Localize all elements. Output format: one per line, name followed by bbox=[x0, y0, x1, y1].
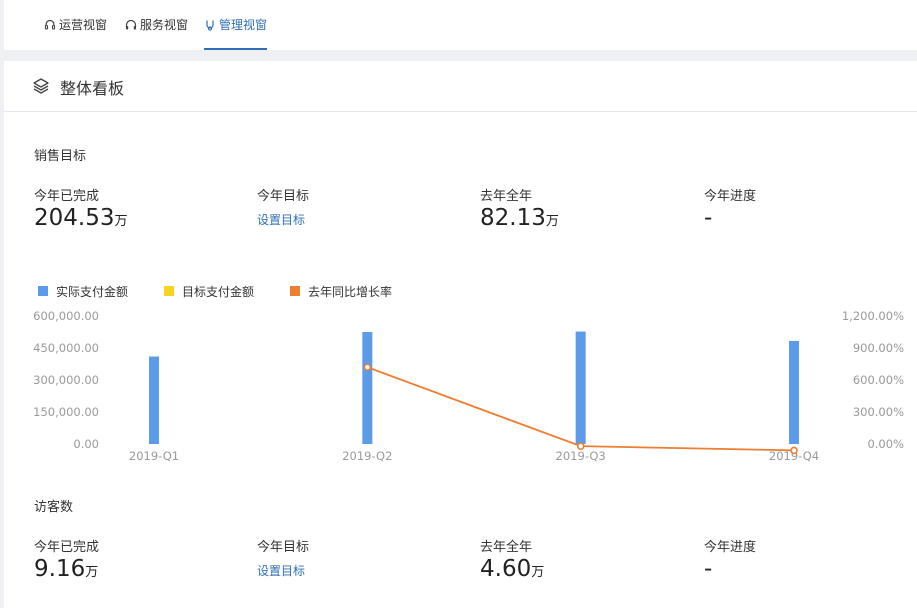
visitors-progress-label: 今年进度 bbox=[704, 540, 757, 555]
layers-icon bbox=[33, 78, 49, 94]
visitors-completed-value: 9.16 bbox=[34, 556, 86, 582]
sales-section-title: 销售目标 bbox=[34, 149, 87, 164]
sales-chart: 600,000.00 450,000.00 300,000.00 150,000.00… bbox=[33, 309, 904, 463]
visitors-section-title: 访客数 bbox=[34, 500, 74, 515]
x-tick-label: 2019-Q1 bbox=[129, 449, 179, 463]
tab-operations[interactable]: 运营视窗 bbox=[44, 0, 107, 50]
visitors-progress-value: - bbox=[704, 556, 713, 582]
panel-title: 整体看板 bbox=[60, 79, 125, 98]
y-right-tick-label: 600.00% bbox=[853, 373, 904, 387]
panel-header: 整体看板 bbox=[4, 61, 917, 112]
legend-label-growth: 去年同比增长率 bbox=[308, 284, 393, 299]
point-yoy-growth bbox=[790, 446, 798, 455]
point-yoy-growth bbox=[363, 363, 372, 372]
sales-progress-metric: 今年进度 - bbox=[704, 185, 904, 233]
legend-swatch-target bbox=[164, 286, 175, 296]
legend-label-target: 目标支付金额 bbox=[182, 284, 255, 299]
tab-management[interactable]: 管理视窗 bbox=[204, 0, 268, 50]
visitors-progress-metric: 今年进度 - bbox=[704, 536, 904, 584]
bar-actual-payment bbox=[362, 332, 373, 444]
legend-label-actual: 实际支付金额 bbox=[56, 284, 129, 299]
visitors-set-target-link[interactable]: 设置目标 bbox=[257, 562, 305, 579]
visitors-last-year-label: 去年全年 bbox=[480, 540, 533, 555]
sales-last-year-metric: 去年全年 82.13万 bbox=[480, 185, 680, 233]
sales-set-target-link[interactable]: 设置目标 bbox=[257, 211, 305, 228]
x-tick-label: 2019-Q2 bbox=[342, 449, 392, 463]
dashboard-panel: 整体看板 销售目标 今年已完成 204.53万 今年目标 设置目标 去年全年 8… bbox=[4, 61, 917, 608]
sales-target-metric: 今年目标 设置目标 bbox=[257, 185, 457, 228]
visitors-target-metric: 今年目标 设置目标 bbox=[257, 536, 457, 579]
legend-item-target[interactable]: 目标支付金额 bbox=[164, 284, 255, 299]
manager-icon bbox=[206, 20, 214, 31]
legend-swatch-growth bbox=[290, 286, 301, 296]
sales-completed-value: 204.53 bbox=[34, 205, 115, 231]
chart-legend: 实际支付金额 目标支付金额 去年同比增长率 bbox=[38, 284, 428, 299]
sales-progress-value: - bbox=[704, 205, 713, 231]
sales-completed-metric: 今年已完成 204.53万 bbox=[34, 185, 234, 233]
visitors-completed-metric: 今年已完成 9.16万 bbox=[34, 536, 234, 584]
sales-completed-label: 今年已完成 bbox=[34, 189, 100, 204]
headset-icon bbox=[44, 19, 56, 30]
tab-operations-label: 运营视窗 bbox=[59, 18, 108, 32]
visitors-completed-unit: 万 bbox=[85, 565, 99, 580]
y-left-tick-label: 450,000.00 bbox=[33, 341, 99, 355]
sales-last-year-value: 82.13 bbox=[480, 205, 546, 231]
point-yoy-growth bbox=[576, 442, 585, 450]
visitors-completed-label: 今年已完成 bbox=[34, 540, 100, 555]
legend-item-actual[interactable]: 实际支付金额 bbox=[38, 284, 129, 299]
tab-management-label: 管理视窗 bbox=[219, 18, 268, 32]
x-tick-label: 2019-Q3 bbox=[556, 449, 606, 463]
sales-target-label: 今年目标 bbox=[257, 189, 310, 204]
tab-service[interactable]: 服务视窗 bbox=[125, 0, 188, 50]
visitors-last-year-unit: 万 bbox=[531, 565, 545, 580]
sales-progress-label: 今年进度 bbox=[704, 189, 757, 204]
y-right-tick-label: 300.00% bbox=[853, 405, 904, 419]
visitors-last-year-metric: 去年全年 4.60万 bbox=[480, 536, 680, 584]
legend-item-growth[interactable]: 去年同比增长率 bbox=[290, 284, 393, 299]
sales-last-year-label: 去年全年 bbox=[480, 189, 533, 204]
sales-completed-unit: 万 bbox=[114, 214, 128, 229]
visitors-last-year-value: 4.60 bbox=[480, 556, 532, 582]
bar-actual-payment bbox=[575, 331, 586, 444]
tab-bar: 运营视窗 服务视窗 管理视窗 bbox=[4, 0, 917, 50]
y-left-tick-label: 300,000.00 bbox=[33, 373, 99, 387]
bar-actual-payment bbox=[149, 356, 159, 444]
y-left-tick-label: 0.00 bbox=[73, 437, 99, 451]
y-left-tick-label: 150,000.00 bbox=[33, 405, 99, 419]
y-right-tick-label: 0.00% bbox=[867, 437, 904, 451]
y-right-tick-label: 1,200.00% bbox=[842, 309, 904, 323]
y-right-tick-label: 900.00% bbox=[853, 341, 904, 355]
sales-last-year-unit: 万 bbox=[545, 214, 559, 229]
headphones-icon bbox=[125, 19, 137, 30]
y-left-tick-label: 600,000.00 bbox=[33, 309, 99, 323]
visitors-target-label: 今年目标 bbox=[257, 540, 310, 555]
tab-service-label: 服务视窗 bbox=[140, 18, 189, 32]
bar-actual-payment bbox=[789, 340, 799, 444]
legend-swatch-actual bbox=[38, 286, 48, 296]
